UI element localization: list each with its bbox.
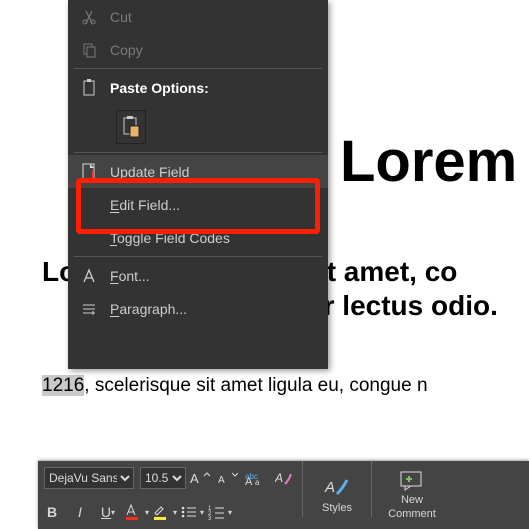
doc-body-rest: , scelerisque sit amet ligula eu, congue…	[84, 375, 427, 396]
menu-toggle-field-codes[interactable]: Toggle Field CodesToggle Field Codes	[68, 221, 328, 254]
doc-title: Lorem	[340, 128, 517, 195]
new-comment-button[interactable]: New Comment	[376, 461, 448, 529]
clear-formatting-button[interactable]: A	[271, 466, 297, 490]
menu-font[interactable]: Font...Font...	[68, 259, 328, 292]
shrink-font-button[interactable]: A	[215, 466, 241, 490]
paste-options-row	[68, 104, 328, 150]
font-icon	[68, 268, 110, 284]
italic-button[interactable]: I	[67, 500, 93, 524]
clipboard-icon	[68, 79, 110, 97]
context-menu: Cut CCopyopy Paste Options: Update Field…	[68, 0, 328, 369]
menu-edit-field[interactable]: Edit Field...Edit Field...	[68, 188, 328, 221]
menu-cut: Cut	[68, 0, 328, 33]
update-field-icon	[68, 163, 110, 181]
menu-paragraph[interactable]: Paragraph...Paragraph...	[68, 292, 328, 325]
styles-button[interactable]: A Styles	[307, 461, 367, 529]
new-comment-label-1: New	[401, 494, 423, 506]
toolbar-separator	[371, 461, 372, 517]
svg-text:A: A	[218, 475, 225, 486]
underline-button[interactable]: U▾	[95, 500, 121, 524]
menu-update-field-label: Update FieldUpdate Field	[110, 164, 189, 180]
menu-font-label: Font...Font...	[110, 268, 150, 284]
grow-font-button[interactable]: A	[187, 466, 213, 490]
copy-icon	[68, 42, 110, 58]
bullets-button[interactable]: ▾	[179, 500, 205, 524]
svg-text:A: A	[324, 479, 335, 496]
svg-text:A: A	[190, 471, 199, 486]
font-name-select[interactable]: DejaVu Sans	[44, 467, 134, 489]
menu-toggle-field-codes-label: Toggle Field CodesToggle Field Codes	[110, 230, 230, 246]
svg-text:A: A	[275, 471, 283, 485]
paste-default-button[interactable]	[116, 110, 146, 144]
scissors-icon	[68, 9, 110, 25]
styles-label: Styles	[322, 502, 352, 514]
toolbar-separator	[302, 461, 303, 517]
doc-body-line: 1216, scelerisque sit amet ligula eu, co…	[42, 375, 428, 397]
svg-text:3: 3	[208, 516, 212, 520]
change-case-button[interactable]: abcAa	[243, 466, 269, 490]
highlight-color-button[interactable]: ▾	[151, 500, 177, 524]
menu-copy-label: CCopyopy	[110, 42, 143, 58]
font-size-select[interactable]: 10.5	[140, 467, 186, 489]
menu-separator	[74, 152, 322, 153]
svg-text:a: a	[255, 478, 260, 486]
menu-paragraph-label: Paragraph...Paragraph...	[110, 301, 187, 317]
menu-separator	[74, 256, 322, 257]
new-comment-label-2: Comment	[388, 508, 436, 520]
formatting-toolbar: DejaVu Sans 10.5 A A abcAa A	[38, 461, 529, 529]
menu-update-field[interactable]: Update FieldUpdate Field	[68, 155, 328, 188]
bold-button[interactable]: B	[39, 500, 65, 524]
numbering-button[interactable]: 123▾	[207, 500, 233, 524]
menu-paste-heading: Paste Options:	[68, 71, 328, 104]
menu-paste-heading-label: Paste Options:	[110, 80, 209, 96]
menu-cut-label: Cut	[110, 9, 132, 25]
svg-text:A: A	[245, 476, 253, 486]
font-color-button[interactable]: ▾	[123, 500, 149, 524]
menu-edit-field-label: Edit Field...Edit Field...	[110, 197, 180, 213]
menu-copy: CCopyopy	[68, 33, 328, 66]
field-code-highlight[interactable]: 1216	[42, 375, 84, 396]
menu-separator	[74, 68, 322, 69]
paragraph-icon	[68, 301, 110, 317]
